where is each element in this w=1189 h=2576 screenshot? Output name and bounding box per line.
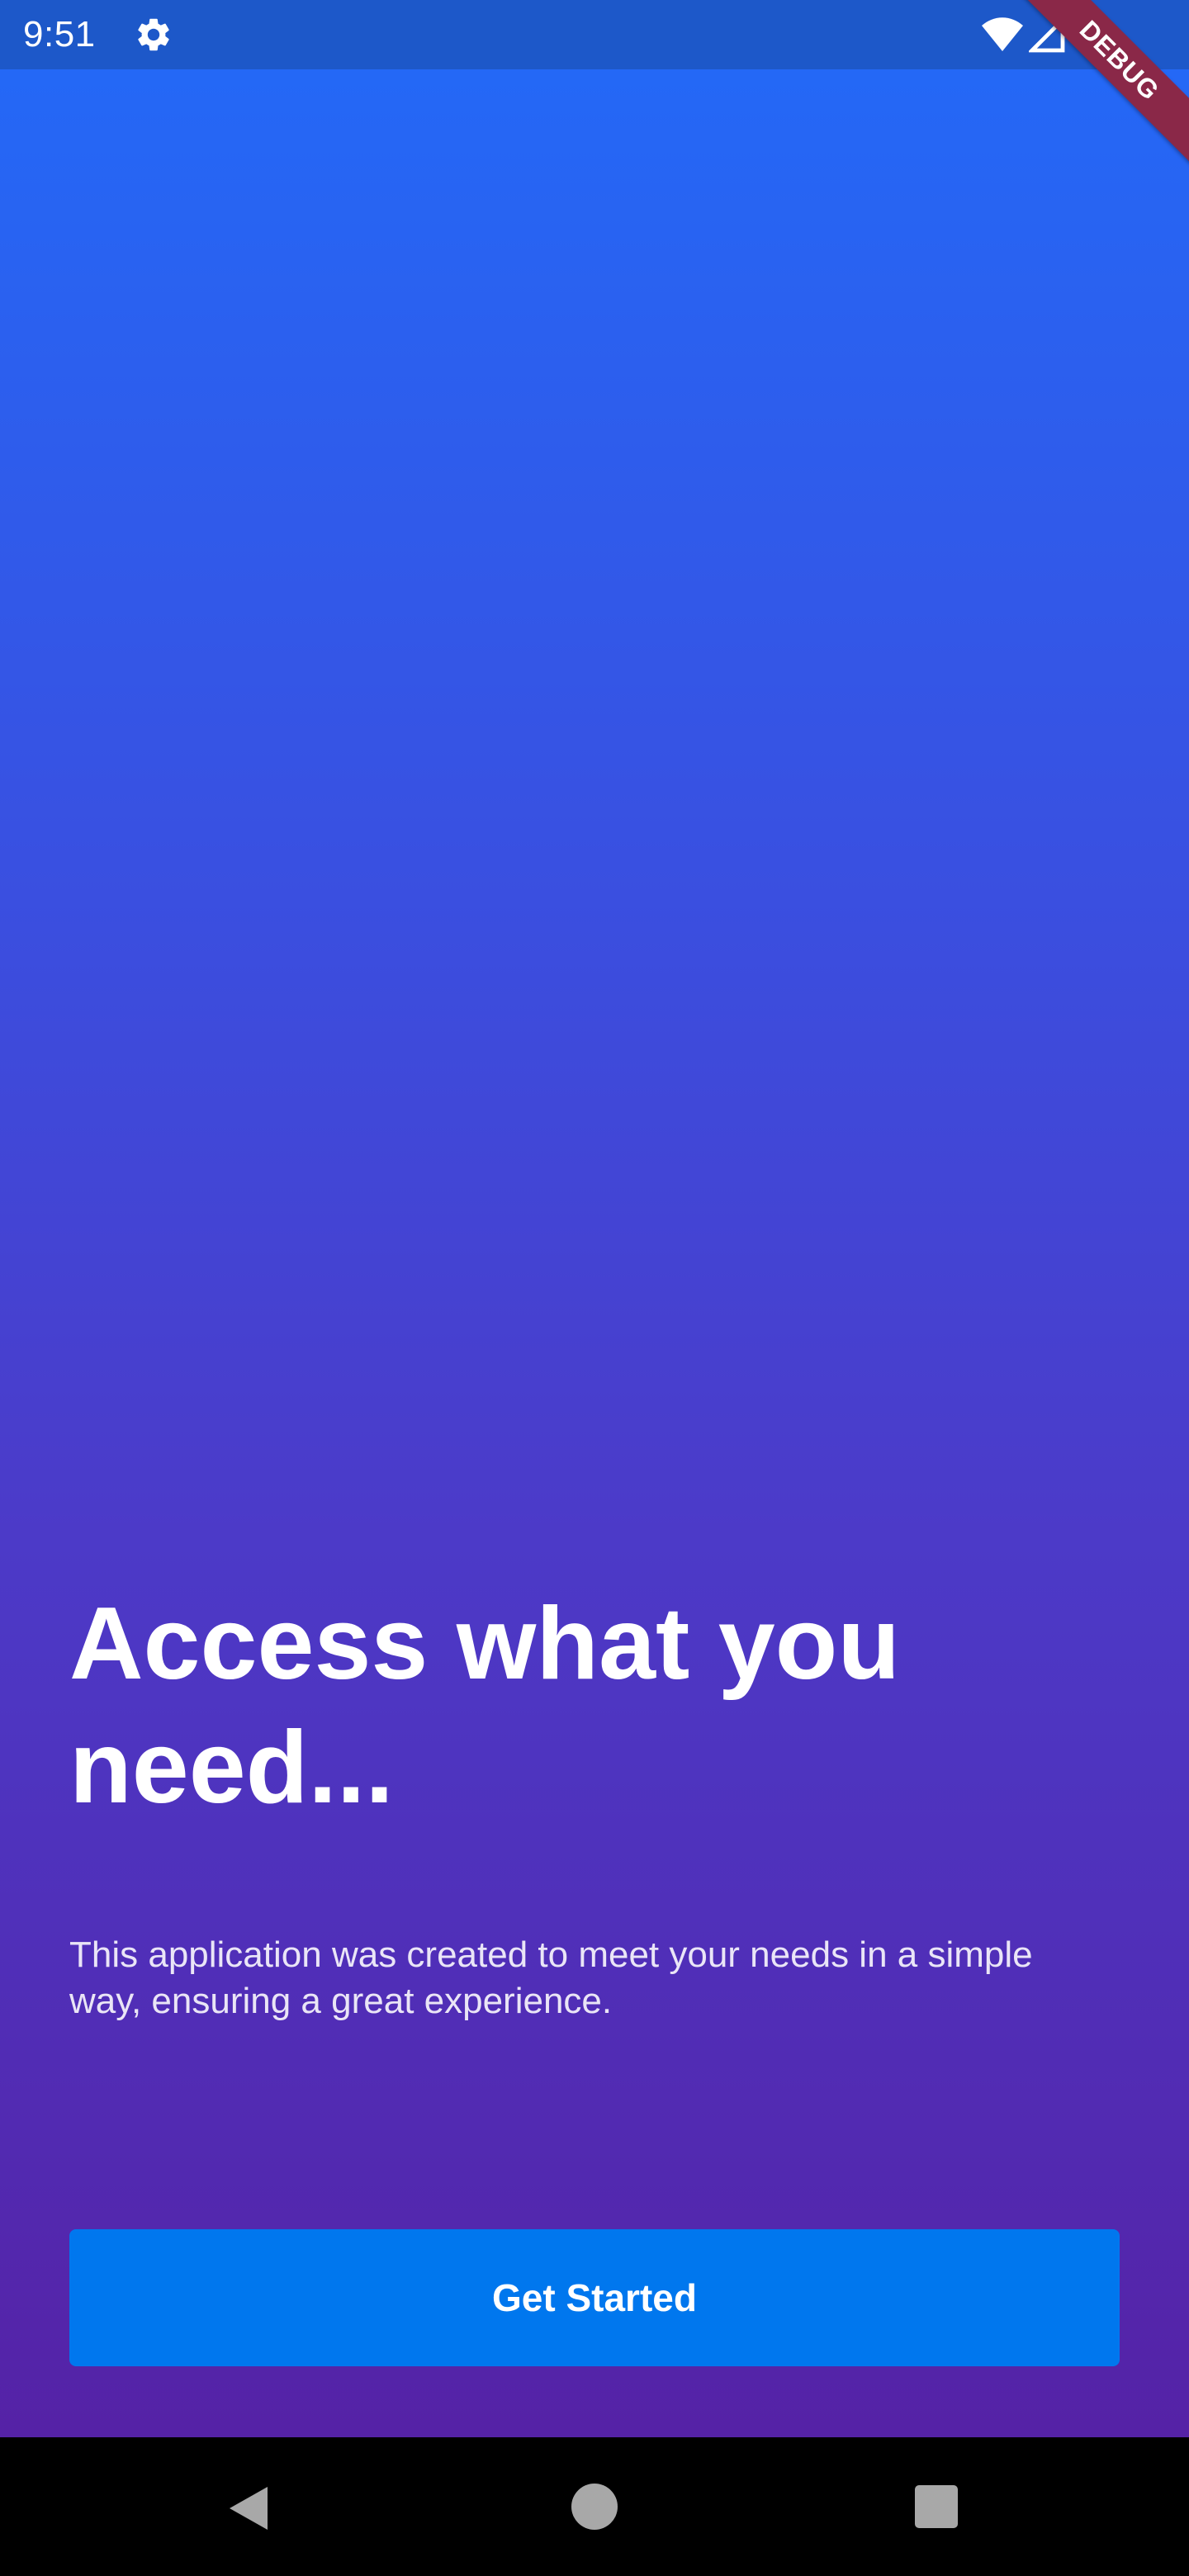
description-text: This application was created to meet you… (69, 1934, 1033, 2021)
app-screen: 9:51 DEBUG Access what you need... This … (0, 0, 1189, 2576)
get-started-button[interactable]: Get Started (69, 2229, 1120, 2366)
status-time: 9:51 (23, 14, 96, 54)
gear-icon (138, 18, 169, 51)
headline: Access what you need... (69, 1587, 901, 1825)
home-icon[interactable] (571, 2484, 618, 2530)
system-nav-bar (0, 2437, 1189, 2576)
recents-icon[interactable] (915, 2485, 958, 2528)
back-icon[interactable] (223, 2482, 276, 2535)
wifi-icon (982, 17, 1023, 51)
onboarding-screen: Access what you need... This application… (0, 69, 1189, 2437)
status-bar: 9:51 (0, 0, 1189, 69)
